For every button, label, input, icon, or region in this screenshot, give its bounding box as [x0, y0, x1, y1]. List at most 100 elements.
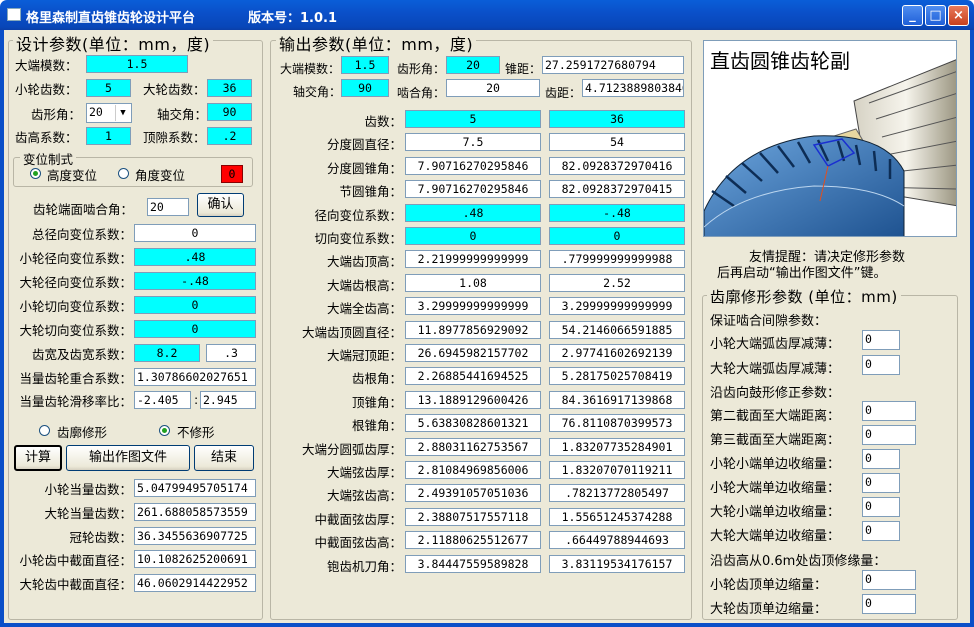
face-width-coef-input[interactable]: .3 — [206, 344, 256, 362]
out-pressure-label: 齿形角： — [397, 62, 446, 76]
output-gear-value: 5.28175025708419 — [549, 367, 685, 386]
z2-input[interactable]: 36 — [207, 79, 252, 97]
output-pinion-value: 11.8977856929092 — [405, 320, 541, 339]
x1-input[interactable]: .48 — [134, 248, 256, 266]
output-gear-value: 54.2146066591885 — [549, 320, 685, 339]
xt1-input[interactable]: 0 — [134, 296, 256, 314]
pinion-big-end-label: 小轮大端单边收缩量： — [710, 481, 841, 496]
output-row-label: 齿根角： — [351, 371, 402, 387]
output-pinion-value: 1.08 — [405, 273, 541, 292]
section-2-distance-input[interactable]: 0 — [862, 401, 916, 421]
gear-tip-relief-input[interactable]: 0 — [862, 594, 916, 614]
dm1-output: 10.1082625200691 — [134, 550, 256, 568]
output-row-label: 径向变位系数： — [314, 207, 402, 223]
output-pinion-value: 2.88031162753567 — [405, 437, 541, 456]
no-mod-label: 不修形 — [177, 425, 215, 440]
calculate-button[interactable]: 计算 — [14, 445, 62, 471]
output-pinion-value: 7.90716270295846 — [405, 156, 541, 175]
gear-big-end-input[interactable]: 0 — [862, 521, 900, 541]
window-frame — [0, 623, 974, 627]
section-2-distance-label: 第二截面至大端距离： — [710, 409, 841, 424]
slide-ratio-label: 当量齿轮滑移率比： — [19, 394, 132, 409]
output-pinion-value: 2.49391057051036 — [405, 484, 541, 503]
output-pinion-value: 5 — [405, 110, 541, 128]
app-icon[interactable] — [7, 8, 21, 21]
output-gear-value: 0 — [549, 227, 685, 245]
profile-mod-label: 齿廓修形 — [57, 425, 108, 440]
out-mesh-label: 啮合角： — [397, 86, 446, 100]
profile-mod-radio[interactable] — [39, 425, 50, 436]
face-width-label: 齿宽及齿宽系数： — [31, 347, 132, 362]
big-thin-input[interactable]: 0 — [862, 355, 900, 375]
addendum-coef-input[interactable]: 1 — [86, 127, 131, 145]
section-tip-relief: 沿齿高从0.6m处齿顶修缘量： — [710, 554, 887, 569]
output-gear-value: 82.0928372970415 — [549, 180, 685, 199]
minimize-button[interactable]: _ — [902, 5, 923, 26]
maximize-button[interactable]: □ — [925, 5, 946, 26]
clearance-coef-input[interactable]: .2 — [207, 127, 252, 145]
output-pinion-value: 0 — [405, 227, 541, 245]
zv2-output: 261.688058573559 — [134, 503, 256, 521]
mesh-angle-input[interactable]: 20 — [147, 198, 189, 216]
no-mod-radio[interactable] — [159, 425, 170, 436]
end-button[interactable]: 结束 — [194, 445, 254, 471]
crown-teeth-output: 36.3455636907725 — [134, 527, 256, 545]
pressure-angle-select[interactable]: 20 ▼ — [86, 103, 132, 123]
pinion-small-end-input[interactable]: 0 — [862, 449, 900, 469]
gear-tip-relief-label: 大轮齿顶单边缩量： — [710, 602, 828, 617]
face-width-input[interactable]: 8.2 — [134, 344, 200, 362]
output-gear-value: 1.55651245374288 — [549, 507, 685, 526]
output-gear-value: 54 — [549, 133, 685, 152]
x1-label: 小轮径向变位系数： — [19, 251, 132, 266]
total-shift-input[interactable]: 0 — [134, 224, 256, 242]
export-drawing-button[interactable]: 输出作图文件 — [66, 445, 190, 471]
angle-shift-radio[interactable] — [118, 168, 129, 179]
xt2-label: 大轮切向变位系数： — [19, 323, 132, 338]
z1-input[interactable]: 5 — [86, 79, 131, 97]
output-row-label: 大端全齿高： — [326, 301, 402, 317]
output-pinion-value: 5.63830828601321 — [405, 414, 541, 433]
output-gear-value: -.48 — [549, 203, 685, 222]
out-module-output: 1.5 — [341, 56, 389, 74]
confirm-button[interactable]: 确认 — [197, 193, 244, 217]
slide-ratio-sep: : — [194, 392, 199, 407]
pinion-tip-relief-label: 小轮齿顶单边缩量： — [710, 578, 828, 593]
x2-label: 大轮径向变位系数： — [19, 275, 132, 290]
slide-ratio-2-output: 2.945 — [200, 391, 256, 409]
x2-input[interactable]: -.48 — [134, 272, 256, 290]
dm2-label: 大轮齿中截面直径： — [19, 577, 132, 592]
output-gear-value: 1.83207070119211 — [549, 461, 685, 479]
output-gear-value: .779999999999988 — [549, 250, 685, 269]
out-shaft-output: 90 — [341, 79, 389, 97]
out-pitch-output: 4.71238898038469 — [582, 79, 684, 97]
shaft-angle-input[interactable]: 90 — [207, 103, 252, 121]
zv1-output: 5.04799495705174 — [134, 479, 256, 497]
height-shift-label: 高度变位 — [47, 168, 98, 183]
ring-gear — [704, 135, 905, 236]
chevron-down-icon[interactable]: ▼ — [115, 105, 130, 121]
pinion-tip-relief-input[interactable]: 0 — [862, 570, 916, 590]
output-gear-value: 2.52 — [549, 273, 685, 292]
close-button[interactable]: × — [948, 5, 969, 26]
output-row-label: 根锥角： — [351, 418, 402, 434]
clearance-coef-label: 顶隙系数： — [143, 130, 206, 145]
output-row-label: 大端齿顶高： — [326, 254, 402, 270]
section-3-distance-input[interactable]: 0 — [862, 425, 916, 445]
height-shift-radio[interactable] — [30, 168, 41, 179]
tip-line-2: 后再启动“输出作图文件”键。 — [717, 266, 887, 281]
output-row-label: 大端冠顶距： — [326, 348, 402, 363]
section-crowning: 沿齿向鼓形修正参数： — [710, 386, 841, 401]
pinion-small-end-label: 小轮小端单边收缩量： — [710, 457, 841, 472]
output-pinion-value: 3.29999999999999 — [405, 297, 541, 316]
output-gear-value: .66449788944693 — [549, 531, 685, 550]
version-label: 版本号：1.0.1 — [248, 11, 338, 26]
big-module-input[interactable]: 1.5 — [86, 55, 188, 73]
pinion-big-end-input[interactable]: 0 — [862, 473, 900, 493]
output-pinion-value: 2.38807517557118 — [405, 507, 541, 526]
output-pinion-value: 7.90716270295846 — [405, 180, 541, 199]
gear-small-end-input[interactable]: 0 — [862, 497, 900, 517]
small-thin-input[interactable]: 0 — [862, 330, 900, 350]
output-pinion-value: .48 — [405, 203, 541, 222]
addendum-coef-label: 齿高系数： — [15, 130, 78, 145]
xt2-input[interactable]: 0 — [134, 320, 256, 338]
